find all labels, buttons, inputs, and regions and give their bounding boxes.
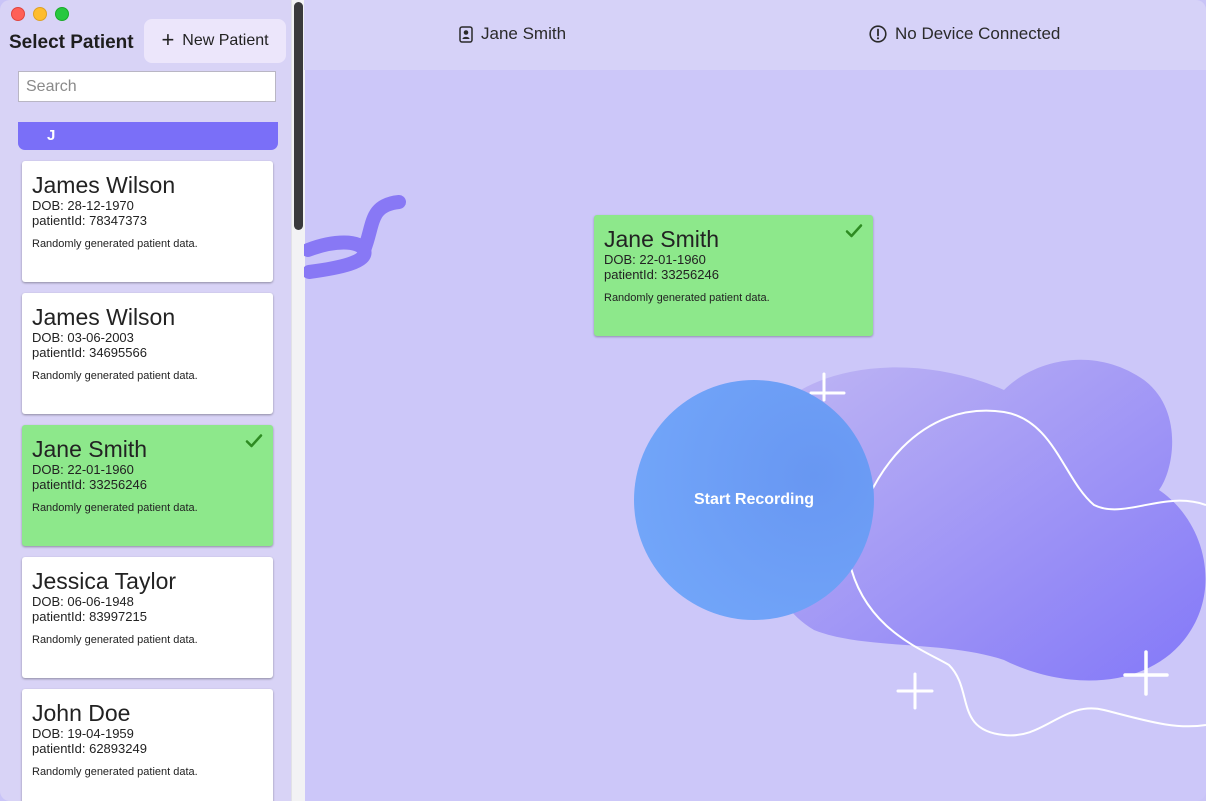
patient-card[interactable]: John Doe DOB: 19-04-1959 patientId: 6289… <box>22 689 273 801</box>
search-input[interactable] <box>18 71 276 102</box>
patient-name: John Doe <box>32 700 131 726</box>
patient-description: Randomly generated patient data. <box>32 370 198 382</box>
outline-curve <box>848 559 1206 737</box>
patient-name: James Wilson <box>32 304 176 330</box>
start-recording-button[interactable]: Start Recording <box>634 380 874 620</box>
checkmark-icon <box>845 224 863 238</box>
sidebar-title: Select Patient <box>9 32 134 53</box>
patient-card-selected[interactable]: Jane Smith DOB: 22-01-1960 patientId: 33… <box>22 425 273 546</box>
sparkle-icon <box>896 672 934 710</box>
outline-curve <box>848 409 1206 561</box>
patient-dob: DOB: 28-12-1970 <box>32 198 134 213</box>
main-area: Jane Smith No Device Connected Jane Smit… <box>304 0 1206 801</box>
patient-card[interactable]: James Wilson DOB: 03-06-2003 patientId: … <box>22 293 273 414</box>
sparkle-icon <box>809 372 846 402</box>
patient-name: Jane Smith <box>32 436 148 462</box>
patient-id: patientId: 83997215 <box>32 609 147 624</box>
patient-id: patientId: 33256246 <box>604 267 719 282</box>
patient-description: Randomly generated patient data. <box>32 238 198 250</box>
patient-name: Jane Smith <box>604 226 720 252</box>
patient-dob: DOB: 03-06-2003 <box>32 330 134 345</box>
device-status: No Device Connected <box>869 24 1060 44</box>
current-patient-indicator: Jane Smith <box>459 24 566 44</box>
device-status-text: No Device Connected <box>895 24 1061 43</box>
patient-dob: DOB: 22-01-1960 <box>32 462 134 477</box>
contact-card-icon <box>459 25 473 43</box>
selected-patient-card: Jane Smith DOB: 22-01-1960 patientId: 33… <box>594 215 873 336</box>
patient-dob: DOB: 06-06-1948 <box>32 594 134 609</box>
patient-id: patientId: 34695566 <box>32 345 147 360</box>
current-patient-name: Jane Smith <box>481 24 567 43</box>
sidebar-scrollbar[interactable] <box>291 0 305 801</box>
patient-name: Jessica Taylor <box>32 568 177 594</box>
exclamation-circle-icon <box>869 25 887 43</box>
squiggle-shape <box>357 195 406 257</box>
top-bar: Jane Smith No Device Connected <box>304 0 1206 70</box>
new-patient-label: New Patient <box>182 32 269 49</box>
close-window-button[interactable] <box>11 7 25 21</box>
patient-description: Randomly generated patient data. <box>32 634 198 646</box>
patient-dob: DOB: 19-04-1959 <box>32 726 134 741</box>
patient-id: patientId: 62893249 <box>32 741 147 756</box>
patient-description: Randomly generated patient data. <box>32 766 198 778</box>
scrollbar-thumb[interactable] <box>294 2 303 230</box>
checkmark-icon <box>245 434 263 448</box>
new-patient-button[interactable]: + New Patient <box>144 19 286 63</box>
sidebar: Select Patient + New Patient J James Wil… <box>0 0 305 801</box>
squiggle-shape <box>304 235 372 279</box>
app-window: Select Patient + New Patient J James Wil… <box>0 0 1206 801</box>
patient-id: patientId: 78347373 <box>32 213 147 228</box>
patient-description: Randomly generated patient data. <box>32 502 198 514</box>
section-header-j: J <box>18 122 278 150</box>
patient-card[interactable]: James Wilson DOB: 28-12-1970 patientId: … <box>22 161 273 282</box>
sparkle-icon <box>1123 650 1169 696</box>
patient-card[interactable]: Jessica Taylor DOB: 06-06-1948 patientId… <box>22 557 273 678</box>
patient-id: patientId: 33256246 <box>32 477 147 492</box>
patient-name: James Wilson <box>32 172 176 198</box>
patient-list[interactable]: J James Wilson DOB: 28-12-1970 patientId… <box>0 120 290 801</box>
patient-description: Randomly generated patient data. <box>604 292 770 304</box>
window-controls <box>11 7 69 21</box>
patient-dob: DOB: 22-01-1960 <box>604 252 706 267</box>
minimize-window-button[interactable] <box>33 7 47 21</box>
maximize-window-button[interactable] <box>55 7 69 21</box>
plus-icon: + <box>161 27 175 52</box>
